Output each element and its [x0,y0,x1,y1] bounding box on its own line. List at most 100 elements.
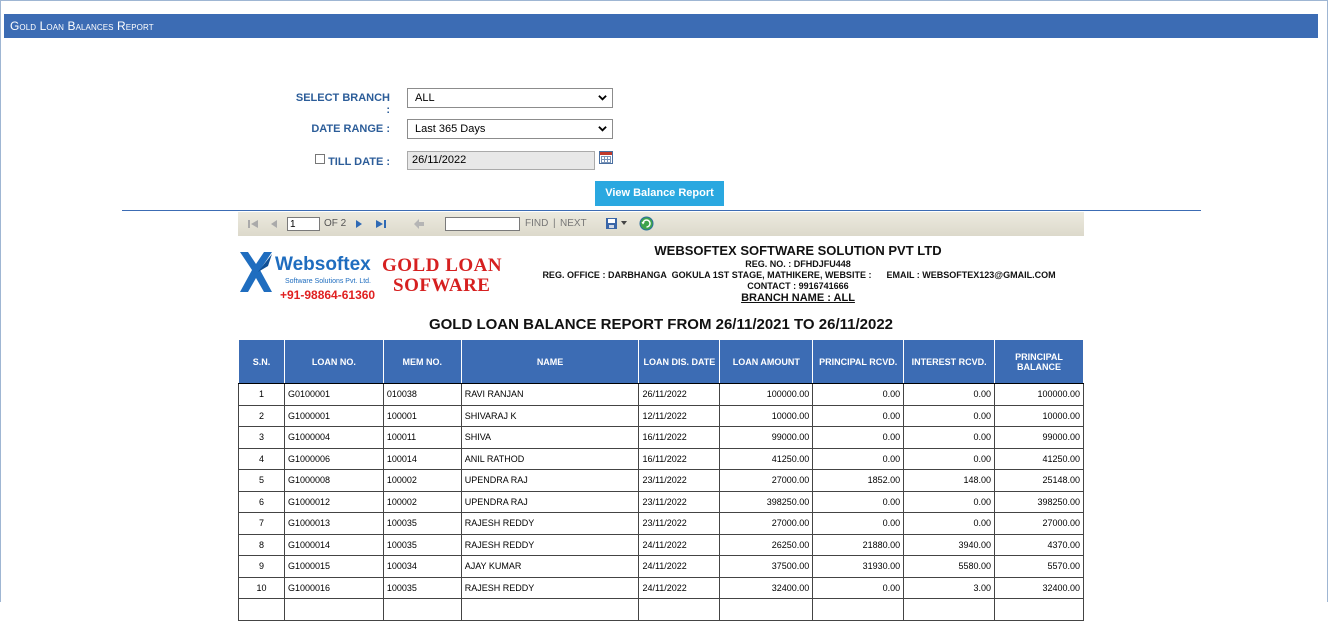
col-header-loan-amount: LOAN AMOUNT [719,339,814,384]
cell-mem-no: 100011 [382,426,462,449]
table-row: 1 G0100001 010038 RAVI RANJAN 26/11/2022 1000… [238,383,1084,406]
cell-sn: 5 [238,469,285,492]
cell-loan-no: G1000012 [283,490,384,513]
branch-name: BRANCH NAME : ALL [741,292,855,304]
last-page-icon[interactable] [375,219,387,229]
cell-principal-balance: 10000.00 [994,404,1084,427]
export-save-icon[interactable] [605,217,619,230]
calendar-icon[interactable] [599,151,613,164]
view-balance-report-button[interactable]: View Balance Report [595,181,724,206]
cell-loan-amount: 99000.00 [719,426,814,449]
chevron-down-icon [598,126,607,132]
cell-mem-no: 100035 [382,533,462,556]
cell-principal-rcvd: 1852.00 [812,469,905,492]
cell-loan-date: 16/11/2022 [638,447,721,470]
cell-interest-rcvd: 0.00 [903,512,996,535]
cell-interest-rcvd: 5580.00 [903,555,996,578]
report-toolbar: 1 OF 2 FIND | NEXT [238,212,1084,236]
cell-loan-date: 24/11/2022 [638,533,721,556]
col-header-principal-rcvd: PRINCIPAL RCVD. [812,339,905,384]
cell-interest-rcvd: 0.00 [903,447,996,470]
cell-interest-rcvd: 0.00 [903,404,996,427]
col-header-loan-no: LOAN NO. [283,339,384,384]
cell-mem-no: 100002 [382,469,462,492]
cell-principal-rcvd: 0.00 [812,404,905,427]
cell-mem-no: 100014 [382,447,462,470]
cell-principal-rcvd: 21880.00 [812,533,905,556]
previous-page-icon[interactable] [270,219,278,229]
refresh-icon[interactable] [639,216,654,231]
cell-loan-date: 16/11/2022 [638,426,721,449]
cell-principal-balance: 99000.00 [994,426,1084,449]
cell-name: AJAY KUMAR [460,555,640,578]
cell-principal-rcvd: 0.00 [812,490,905,513]
cell-sn: 1 [238,383,285,406]
cell-loan-date: 23/11/2022 [638,512,721,535]
toolbar-separator: | [553,218,556,229]
cell-principal-rcvd: 0.00 [812,383,905,406]
websoftex-logo-icon [240,252,272,292]
cell-interest-rcvd: 148.00 [903,469,996,492]
cell-interest-rcvd: 3.00 [903,576,996,599]
cell-loan-amount: 27000.00 [719,469,814,492]
date-range-select[interactable]: Last 365 Days [407,119,613,139]
find-link[interactable]: FIND [525,218,548,229]
till-date-input[interactable]: 26/11/2022 [407,151,595,170]
cell-mem-no: 010038 [382,383,462,406]
col-header-principal-balance: PRINCIPAL BALANCE [994,339,1084,384]
table-row: 7 G1000013 100035 RAJESH REDDY 23/11/2022 270… [238,512,1084,535]
next-link[interactable]: NEXT [560,218,587,229]
cell-principal-rcvd: 31930.00 [812,555,905,578]
cell-loan-amount: 10000.00 [719,404,814,427]
cell-loan-date: 23/11/2022 [638,469,721,492]
find-input[interactable] [445,217,520,231]
page-title: Gold Loan Balances Report [10,19,154,33]
cell-principal-balance: 5570.00 [994,555,1084,578]
cell-loan-no: G0100001 [283,383,384,406]
page-number-input[interactable]: 1 [287,217,320,231]
table-row: 9 G1000015 100034 AJAY KUMAR 24/11/2022 37500… [238,555,1084,578]
col-header-name: NAME [460,339,640,384]
cell-name: ANIL RATHOD [460,447,640,470]
cell-sn: 10 [238,576,285,599]
cell-mem-no: 100035 [382,512,462,535]
back-to-parent-icon[interactable] [413,218,425,230]
company-office: REG. OFFICE : DARBHANGA GOKULA 1ST STAGE… [542,270,1056,280]
company-reg-no: REG. NO. : DFHDJFU448 [745,259,851,269]
cell-interest-rcvd: 0.00 [903,490,996,513]
export-dropdown-icon[interactable] [621,221,627,225]
branch-select-value: ALL [415,92,435,104]
logo-subtitle: Software Solutions Pvt. Ltd. [285,278,371,285]
cell-principal-balance: 32400.00 [994,576,1084,599]
cell-name: SHIVARAJ K [460,404,640,427]
cell-principal-rcvd: 0.00 [812,447,905,470]
next-page-icon[interactable] [355,219,363,229]
cell-sn: 4 [238,447,285,470]
cell-loan-no: G1000015 [283,555,384,578]
cell-loan-date: 12/11/2022 [638,404,721,427]
cell-loan-no: G1000014 [283,533,384,556]
col-header-sn: S.N. [238,339,285,384]
cell-mem-no: 100035 [382,576,462,599]
branch-select[interactable]: ALL [407,88,613,108]
cell-principal-balance: 100000.00 [994,383,1084,406]
cell-name: UPENDRA RAJ [460,490,640,513]
cell-loan-no: G1000004 [283,426,384,449]
cell-loan-no: G1000001 [283,404,384,427]
cell-loan-amount: 398250.00 [719,490,814,513]
date-range-select-value: Last 365 Days [415,123,486,135]
divider [122,210,1201,211]
table-row: 8 G1000014 100035 RAJESH REDDY 24/11/2022 262… [238,533,1084,556]
cell-name: UPENDRA RAJ [460,469,640,492]
branch-label: SELECT BRANCH : [295,92,390,116]
cell-mem-no: 100034 [382,555,462,578]
cell-interest-rcvd: 0.00 [903,383,996,406]
cell-loan-date: 26/11/2022 [638,383,721,406]
first-page-icon[interactable] [247,219,259,229]
col-header-loan-dis-date: LOAN DIS. DATE [638,339,721,384]
cell-loan-amount: 100000.00 [719,383,814,406]
cell-mem-no: 100001 [382,404,462,427]
till-date-label: TILL DATE : [328,156,390,168]
cell-principal-balance: 27000.00 [994,512,1084,535]
cell-mem-no: 100002 [382,490,462,513]
